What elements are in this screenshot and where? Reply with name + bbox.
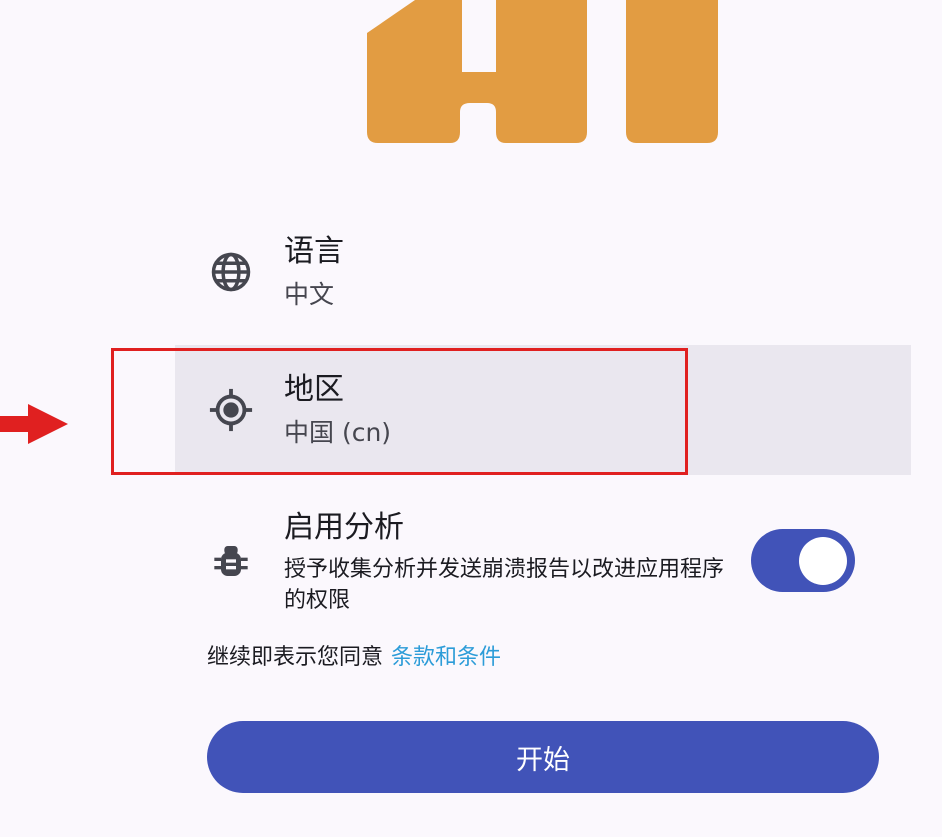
bug-icon	[208, 538, 254, 584]
language-setting[interactable]: 语言 中文	[175, 207, 911, 337]
toggle-knob	[799, 537, 847, 585]
terms-prefix: 继续即表示您同意	[207, 645, 384, 670]
annotation-highlight-box	[111, 348, 688, 475]
terms-link[interactable]: 条款和条件	[391, 645, 501, 670]
analytics-description: 授予收集分析并发送崩溃报告以改进应用程序的权限	[284, 557, 725, 613]
language-title: 语言	[284, 234, 344, 269]
onboarding-screen: 语言 中文 地区 中国 (cn) 启用分析 授予收集分析并发送崩溃报告以改进应用…	[0, 0, 942, 837]
app-logo	[367, 0, 718, 143]
globe-icon	[208, 249, 254, 295]
terms-notice: 继续即表示您同意 条款和条件	[207, 642, 501, 674]
analytics-title: 启用分析	[284, 510, 404, 545]
language-value: 中文	[284, 280, 335, 309]
red-arrow-icon	[0, 404, 68, 444]
start-button[interactable]: 开始	[207, 721, 879, 793]
analytics-toggle[interactable]	[751, 529, 855, 592]
